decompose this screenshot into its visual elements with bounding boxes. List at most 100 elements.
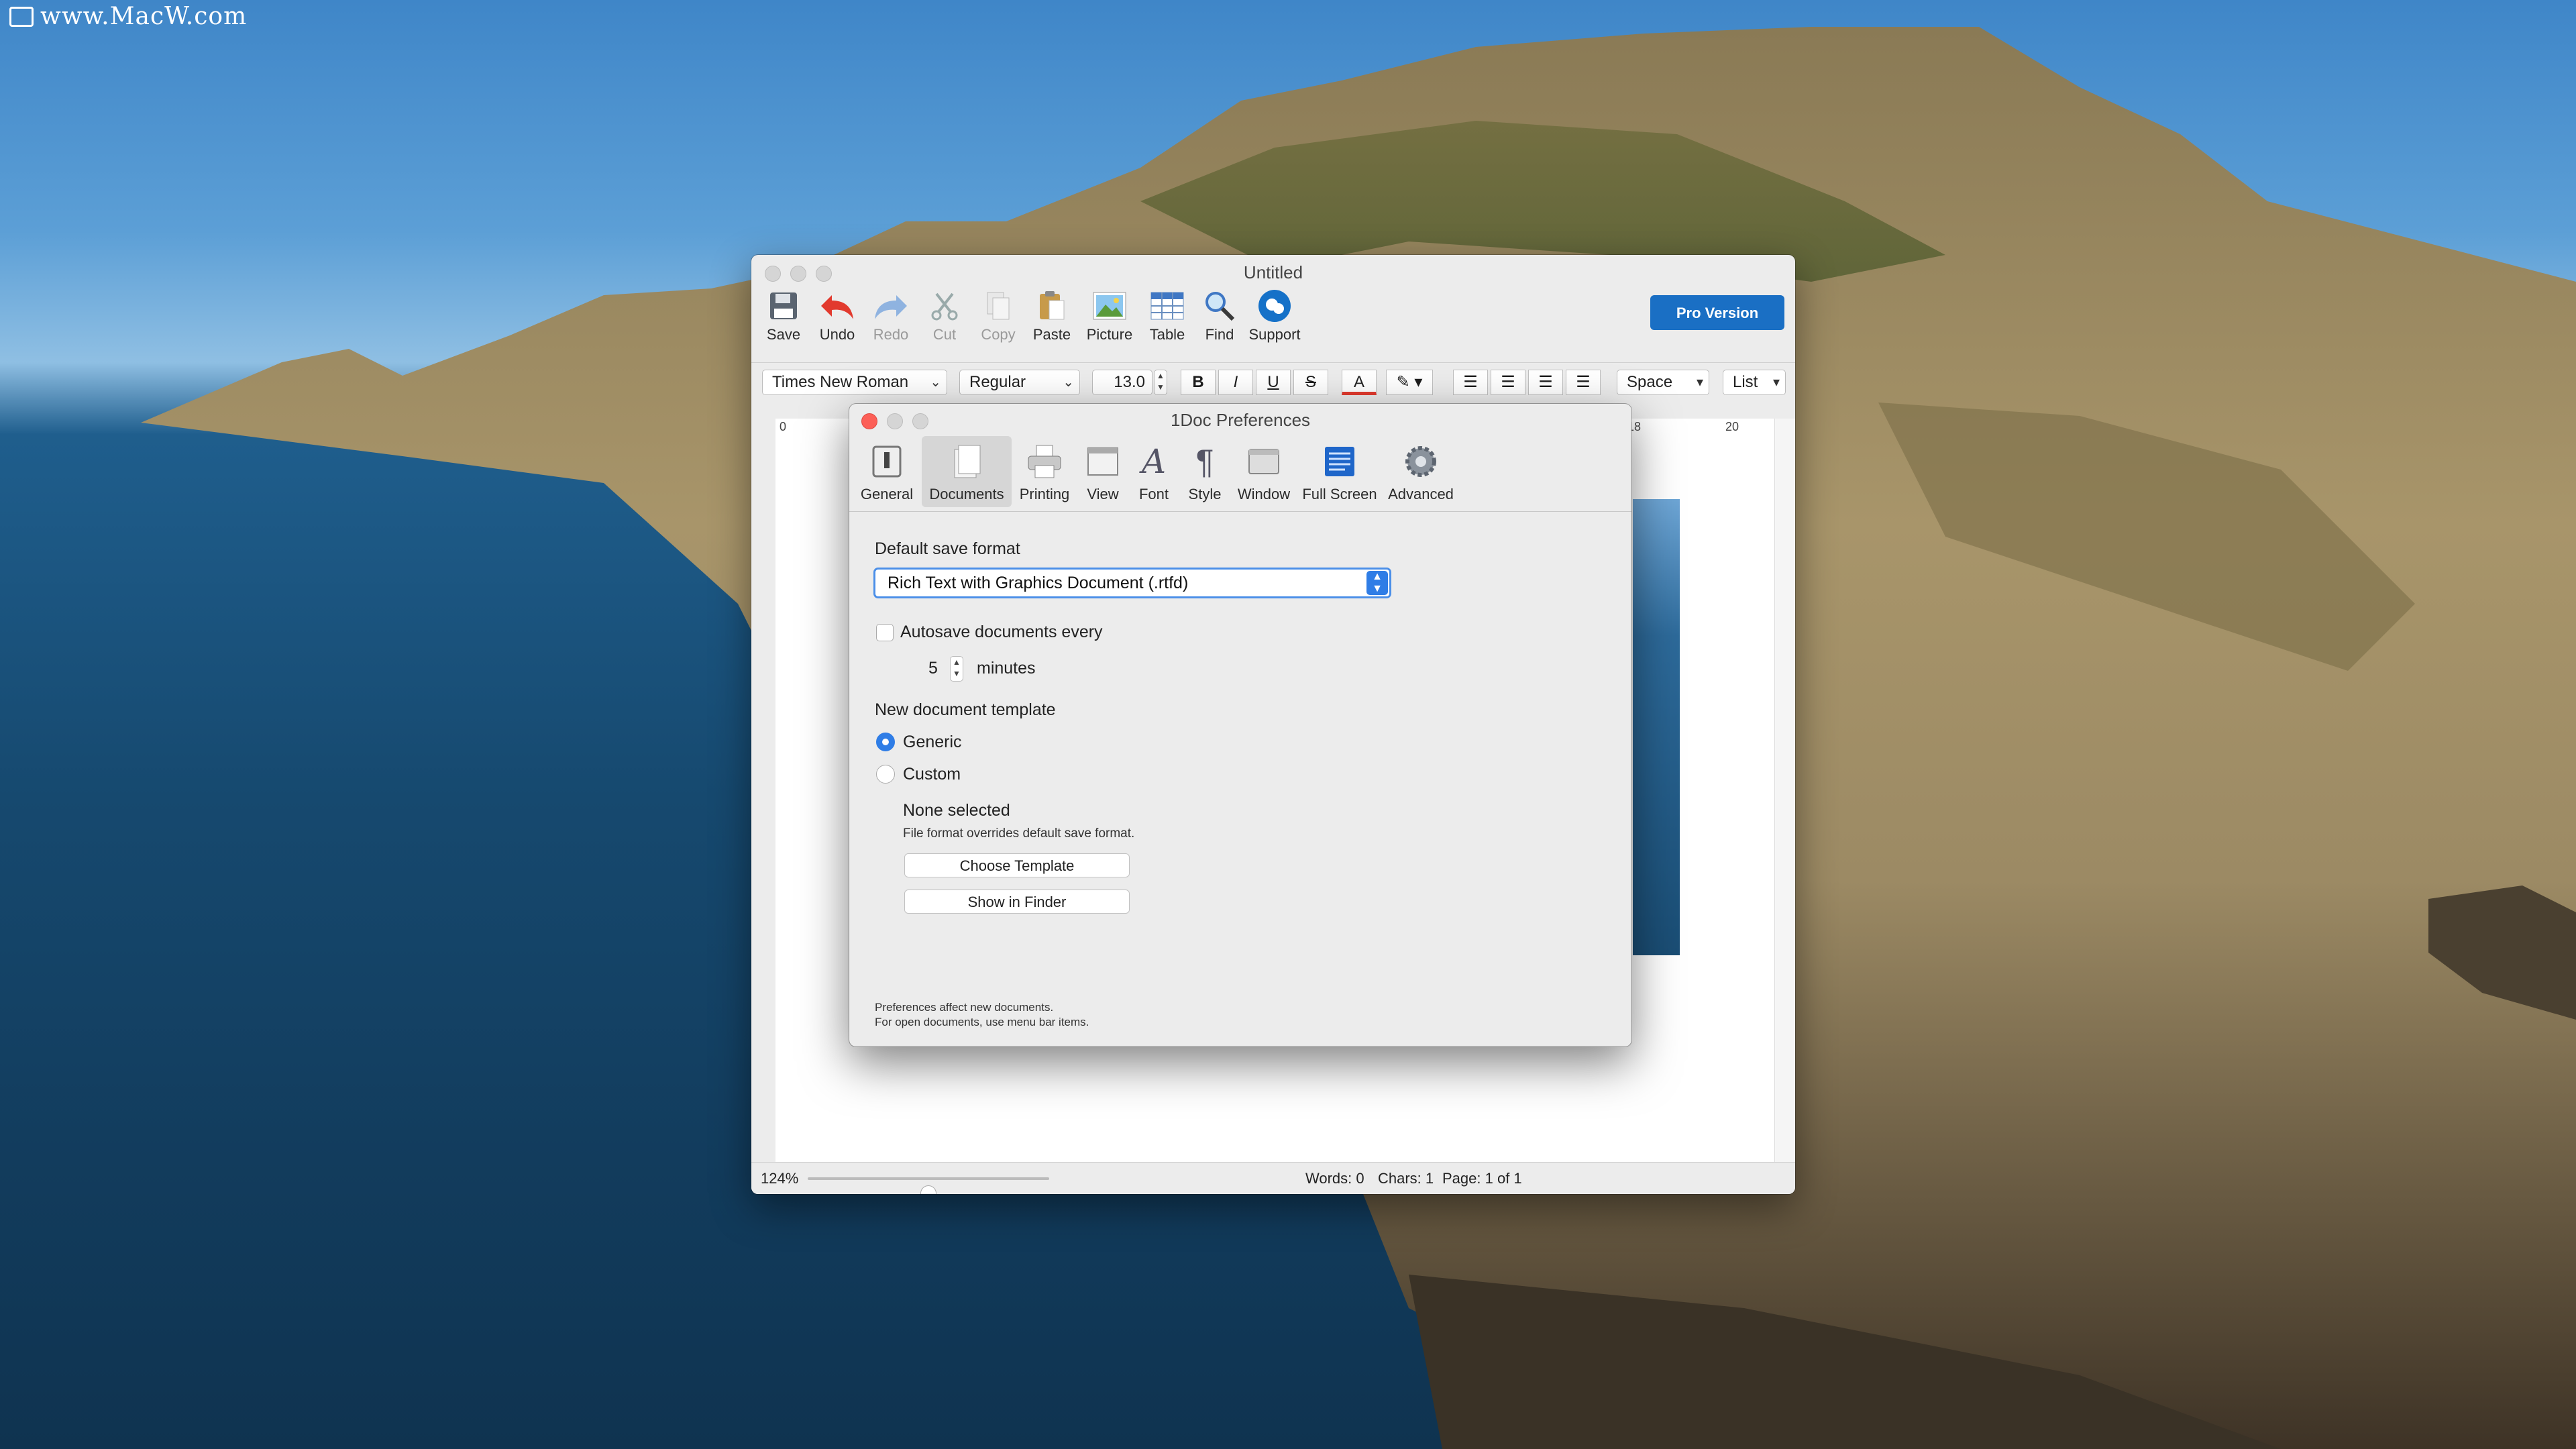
status-bar: 124% Words: 0 Chars: 1 Page: 1 of 1: [751, 1162, 1795, 1194]
pro-version-button[interactable]: Pro Version: [1650, 295, 1784, 330]
tab-full-screen[interactable]: Full Screen: [1297, 436, 1382, 507]
font-style-value: Regular: [969, 373, 1026, 391]
tab-full-screen-label: Full Screen: [1302, 486, 1377, 502]
align-left-icon: ☰: [1463, 373, 1478, 391]
char-count: Chars: 1: [1378, 1170, 1434, 1187]
align-center-button[interactable]: ☰: [1491, 370, 1525, 395]
align-right-button[interactable]: ☰: [1528, 370, 1563, 395]
window-title: Untitled: [1243, 262, 1303, 282]
tab-view[interactable]: View: [1077, 436, 1128, 507]
bold-button[interactable]: B: [1181, 370, 1216, 395]
paste-button[interactable]: Paste: [1025, 287, 1079, 346]
magnifier-icon: [1201, 287, 1238, 325]
watermark: www.MacW.com: [9, 3, 247, 30]
choose-template-button[interactable]: Choose Template: [904, 853, 1130, 877]
redo-button[interactable]: Redo: [864, 287, 918, 346]
strikethrough-button[interactable]: S: [1293, 370, 1328, 395]
view-window-icon: [1081, 440, 1124, 483]
picture-icon: [1091, 287, 1128, 325]
window-icon: [1242, 440, 1285, 483]
underline-button[interactable]: U: [1256, 370, 1291, 395]
scissors-icon: [926, 287, 963, 325]
autosave-minutes-field[interactable]: 5: [928, 659, 938, 678]
watermark-text: www.MacW.com: [40, 3, 248, 30]
zoom-value: 124%: [761, 1170, 799, 1187]
spacing-select[interactable]: Space ▾: [1617, 370, 1709, 395]
close-button[interactable]: [861, 413, 877, 429]
zoom-button[interactable]: [816, 266, 832, 282]
font-size-stepper[interactable]: ▲ ▼: [1154, 370, 1167, 395]
floppy-icon: [765, 287, 802, 325]
find-button[interactable]: Find: [1193, 287, 1246, 346]
highlighter-icon: ✎: [1396, 373, 1410, 391]
printer-icon: [1023, 440, 1066, 483]
support-label: Support: [1248, 326, 1301, 343]
close-button[interactable]: [765, 266, 781, 282]
generic-label: Generic: [903, 733, 962, 751]
preferences-window: 1Doc Preferences General Documents Print…: [849, 404, 1631, 1046]
custom-radio[interactable]: [876, 765, 895, 784]
tab-font[interactable]: A Font: [1130, 436, 1178, 507]
font-a-icon: A: [1141, 442, 1167, 481]
font-family-select[interactable]: Times New Roman ⌄: [762, 370, 947, 395]
show-in-finder-button[interactable]: Show in Finder: [904, 890, 1130, 914]
redo-arrow-icon: [872, 287, 910, 325]
picture-label: Picture: [1086, 326, 1133, 343]
tab-general[interactable]: General: [853, 436, 920, 507]
tab-style-label: Style: [1188, 486, 1222, 502]
undo-arrow-icon: [818, 287, 856, 325]
align-left-button[interactable]: ☰: [1453, 370, 1488, 395]
tab-advanced[interactable]: Advanced: [1383, 436, 1458, 507]
justify-icon: ☰: [1576, 373, 1591, 391]
autosave-checkbox[interactable]: [876, 624, 894, 641]
default-save-format-value: Rich Text with Graphics Document (.rtfd): [888, 574, 1189, 592]
spacing-value: Space: [1627, 373, 1673, 391]
autosave-label: Autosave documents every: [900, 623, 1103, 641]
tab-style[interactable]: ¶ Style: [1179, 436, 1230, 507]
minimize-button[interactable]: [790, 266, 806, 282]
full-screen-icon: [1318, 440, 1361, 483]
find-label: Find: [1205, 326, 1234, 343]
autosave-minutes-stepper[interactable]: ▲ ▼: [950, 656, 963, 682]
table-button[interactable]: Table: [1140, 287, 1194, 346]
minimize-button[interactable]: [887, 413, 903, 429]
redo-label: Redo: [873, 326, 909, 343]
font-style-select[interactable]: Regular ⌄: [959, 370, 1080, 395]
default-save-format-label: Default save format: [875, 539, 1020, 558]
up-down-chevron-icon: ▲ ▼: [1366, 571, 1388, 595]
highlight-color-button[interactable]: ✎ ▾: [1386, 370, 1433, 395]
chevron-down-icon: ▾: [1696, 375, 1703, 390]
table-label: Table: [1149, 326, 1185, 343]
tab-window[interactable]: Window: [1232, 436, 1296, 507]
default-save-format-select[interactable]: Rich Text with Graphics Document (.rtfd)…: [873, 568, 1391, 598]
generic-radio[interactable]: [876, 733, 895, 751]
font-size-field[interactable]: 13.0: [1092, 370, 1152, 395]
support-button[interactable]: Support: [1248, 287, 1301, 346]
pilcrow-icon: ¶: [1195, 443, 1214, 480]
copy-icon: [979, 287, 1017, 325]
zoom-button[interactable]: [912, 413, 928, 429]
copy-button[interactable]: Copy: [971, 287, 1025, 346]
save-button[interactable]: Save: [757, 287, 810, 346]
word-count: Words: 0: [1305, 1170, 1364, 1187]
align-center-icon: ☰: [1501, 373, 1515, 391]
zoom-slider[interactable]: [808, 1177, 1049, 1194]
tab-font-label: Font: [1138, 486, 1169, 502]
italic-button[interactable]: I: [1218, 370, 1253, 395]
justify-button[interactable]: ☰: [1566, 370, 1601, 395]
list-select[interactable]: List ▾: [1723, 370, 1786, 395]
tab-printing[interactable]: Printing: [1013, 436, 1076, 507]
picture-button[interactable]: Picture: [1083, 287, 1136, 346]
clipboard-icon: [1033, 287, 1071, 325]
document-image[interactable]: [1633, 499, 1680, 955]
zoom-slider-knob[interactable]: [920, 1185, 936, 1194]
tab-documents[interactable]: Documents: [922, 436, 1012, 507]
vertical-scrollbar[interactable]: [1774, 419, 1795, 1162]
documents-pane: Default save format Rich Text with Graph…: [849, 511, 1631, 1046]
cut-button[interactable]: Cut: [918, 287, 971, 346]
undo-button[interactable]: Undo: [810, 287, 864, 346]
text-color-button[interactable]: A: [1342, 370, 1377, 395]
switch-icon: [865, 440, 908, 483]
page-count: Page: 1 of 1: [1442, 1170, 1522, 1187]
font-family-value: Times New Roman: [772, 373, 909, 391]
